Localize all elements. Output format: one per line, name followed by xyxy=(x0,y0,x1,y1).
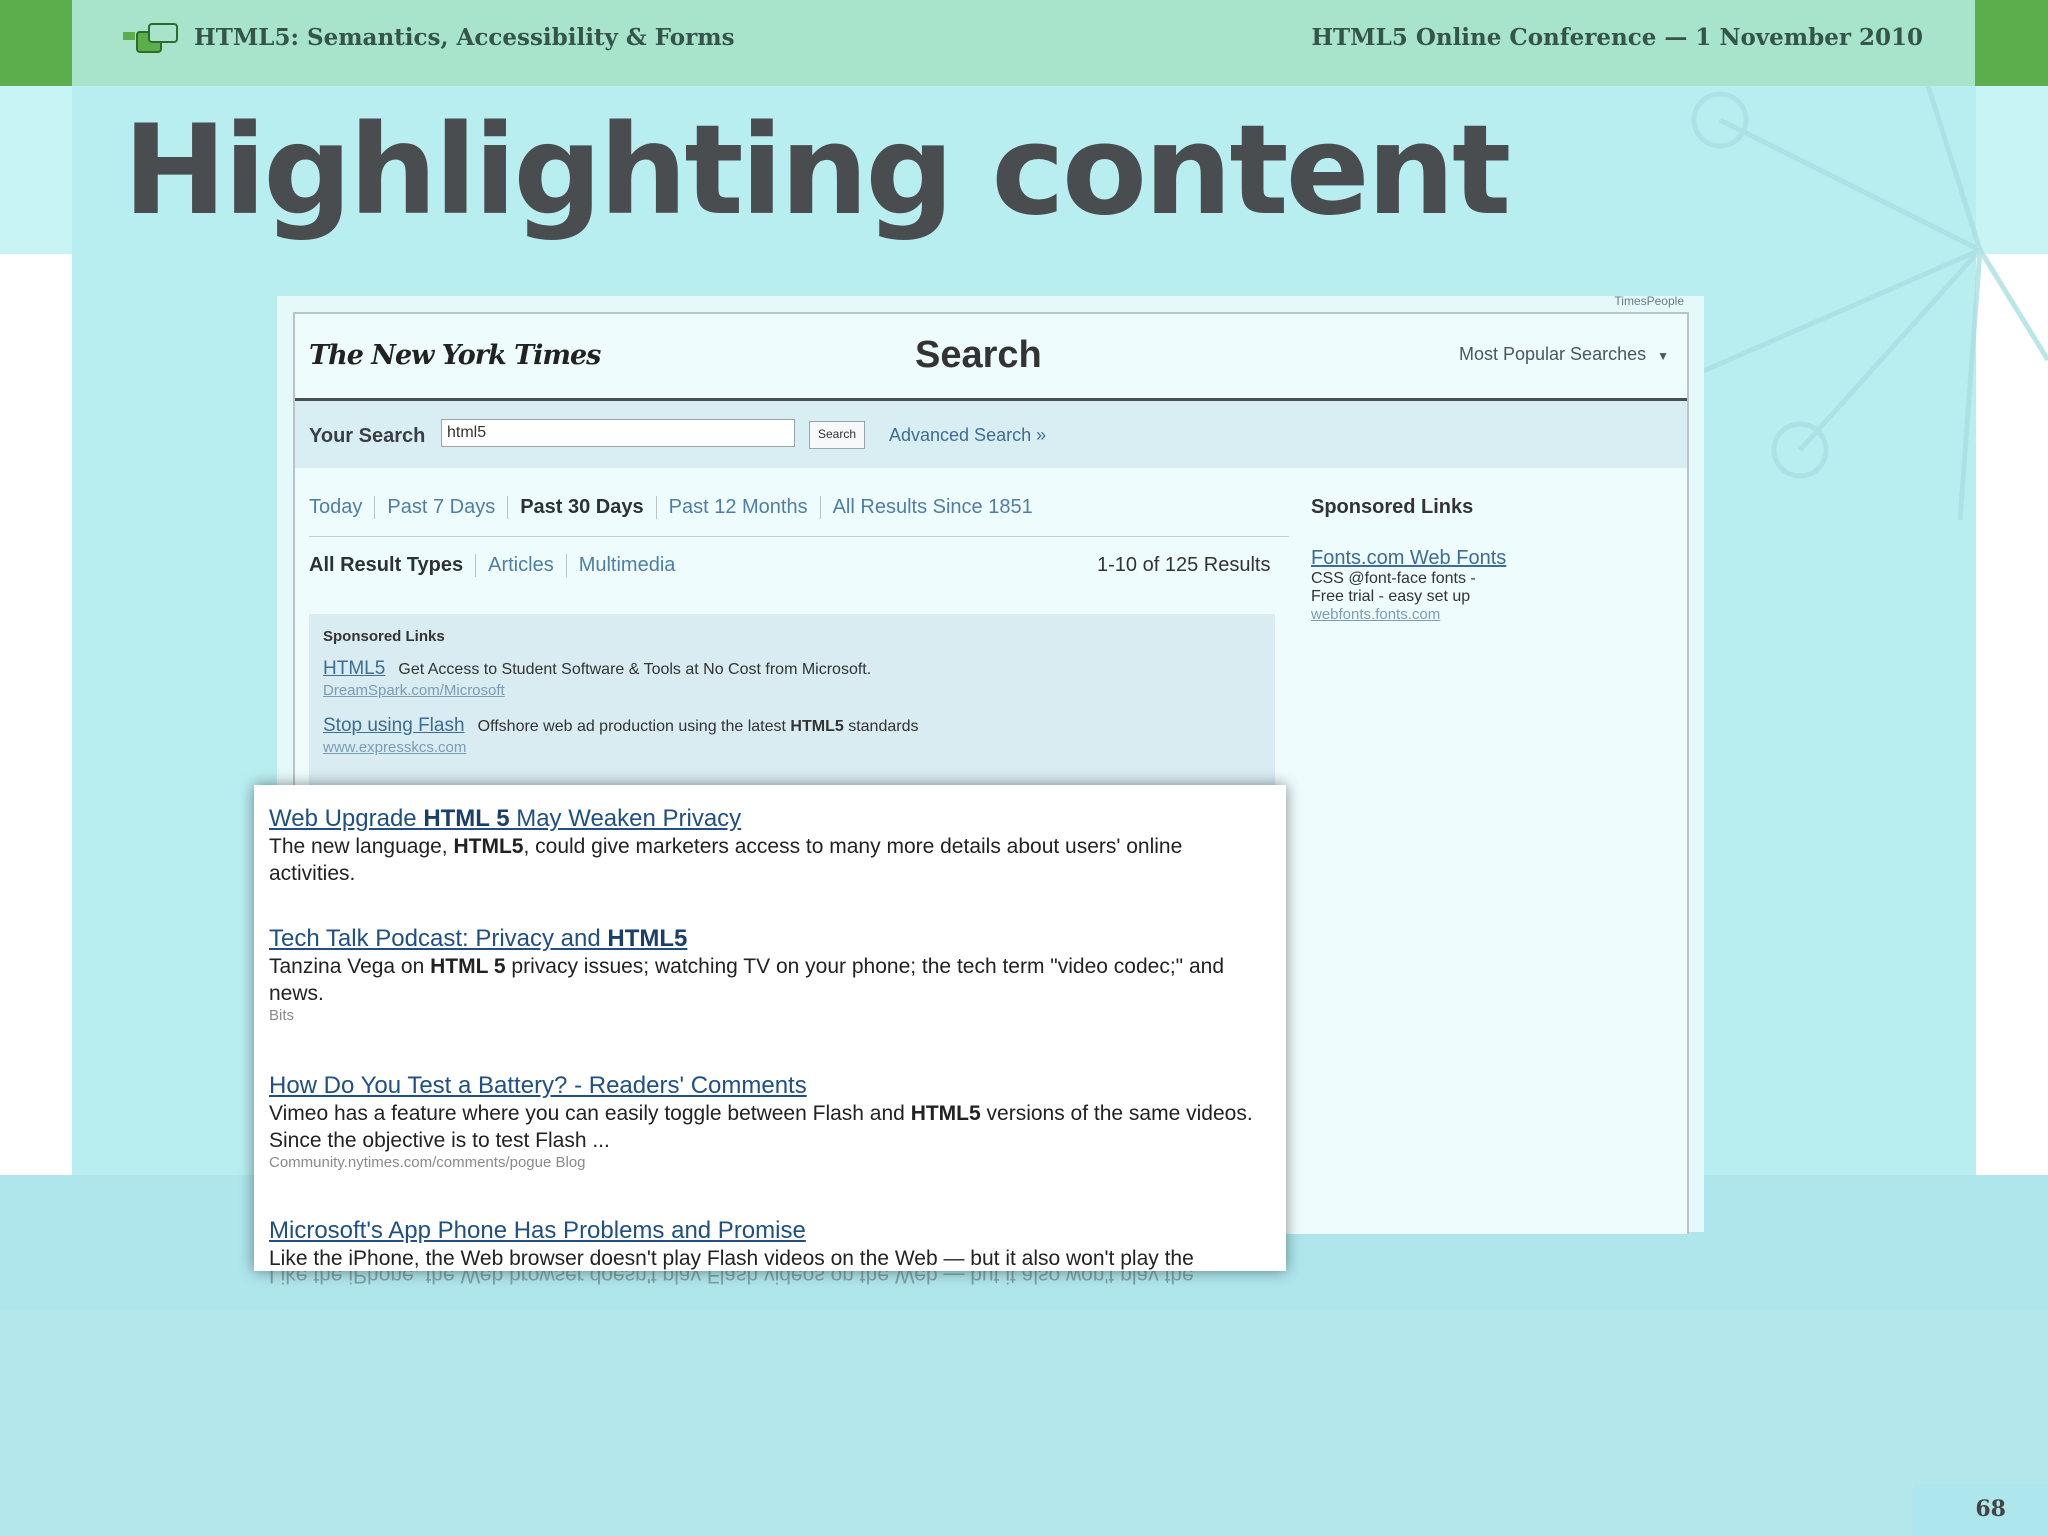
page-number: 68 xyxy=(1975,1496,2006,1522)
filter-all-results[interactable]: All Results Since 1851 xyxy=(819,496,1045,519)
result-description: Vimeo has a feature where you can easily… xyxy=(269,1100,1274,1154)
filter-articles[interactable]: Articles xyxy=(475,554,566,577)
sponsored-item: HTML5 Get Access to Student Software & T… xyxy=(323,658,871,680)
result-title-highlight: HTML 5 xyxy=(423,805,510,832)
search-result: How Do You Test a Battery? - Readers' Co… xyxy=(269,1072,1274,1171)
time-range-filters: Today Past 7 Days Past 30 Days Past 12 Mont… xyxy=(309,496,1045,519)
result-source: Bits xyxy=(269,1007,295,1024)
reflection-text: Like the iPhone, the Web browser doesn't… xyxy=(269,1271,1194,1287)
search-result: Microsoft's App Phone Has Problems and P… xyxy=(269,1217,1274,1271)
sidebar-sponsored: Sponsored Links Fonts.com Web Fonts CSS … xyxy=(1311,496,1671,623)
sidebar-title: Sponsored Links xyxy=(1311,496,1474,518)
sponsored-item: Stop using Flash Offshore web ad product… xyxy=(323,715,918,737)
filter-multimedia[interactable]: Multimedia xyxy=(565,554,688,577)
sponsored-desc-text: Offshore web ad production using the lat… xyxy=(477,718,791,735)
highlighted-results-overlay: Web Upgrade HTML 5 May Weaken Privacy Th… xyxy=(254,785,1286,1271)
sponsored-links-box: Sponsored Links HTML5 Get Access to Stud… xyxy=(309,614,1275,804)
result-description: The new language, HTML5, could give mark… xyxy=(269,833,1274,887)
result-title-text: Microsoft's App Phone Has Problems and P… xyxy=(269,1217,806,1244)
filter-past-30-days[interactable]: Past 30 Days xyxy=(507,496,655,519)
result-desc-highlight: HTML5 xyxy=(910,1102,981,1125)
result-desc-text: Vimeo has a feature where you can easily… xyxy=(269,1102,911,1125)
nyt-logo[interactable]: The New York Times xyxy=(309,340,601,371)
search-bar: Your Search html5 Search Advanced Search… xyxy=(295,401,1687,468)
header-accent-right xyxy=(1975,0,2048,86)
sponsored-desc: Get Access to Student Software & Tools a… xyxy=(398,661,872,678)
result-desc-text: The new language, xyxy=(269,835,454,858)
most-popular-label: Most Popular Searches xyxy=(1459,344,1647,364)
result-title-text: May Weaken Privacy xyxy=(509,805,742,832)
network-decoration xyxy=(1660,60,2048,520)
result-title-link[interactable]: Tech Talk Podcast: Privacy and HTML5 xyxy=(269,925,1274,953)
your-search-label: Your Search xyxy=(309,425,426,447)
search-button[interactable]: Search xyxy=(809,421,865,449)
result-title-link[interactable]: Web Upgrade HTML 5 May Weaken Privacy xyxy=(269,805,1274,833)
advanced-search-link[interactable]: Advanced Search » xyxy=(889,425,1046,446)
result-count: 1-10 of 125 Results xyxy=(1097,554,1271,576)
result-desc-text: Like the iPhone, the Web browser doesn't… xyxy=(269,1247,1194,1270)
search-result: Web Upgrade HTML 5 May Weaken Privacy Th… xyxy=(269,805,1274,887)
result-title-link[interactable]: Microsoft's App Phone Has Problems and P… xyxy=(269,1217,1274,1245)
chat-bubbles-logo-icon xyxy=(123,23,178,53)
sponsored-link[interactable]: HTML5 xyxy=(323,658,385,679)
filter-today[interactable]: Today xyxy=(309,496,374,519)
filter-past-12-months[interactable]: Past 12 Months xyxy=(655,496,820,519)
filter-all-result-types[interactable]: All Result Types xyxy=(309,554,475,577)
result-title-highlight: HTML5 xyxy=(607,925,688,952)
filter-divider xyxy=(309,536,1289,537)
result-title-text: Web Upgrade xyxy=(269,805,424,832)
sidebar-ad-link[interactable]: Fonts.com Web Fonts xyxy=(1311,547,1671,570)
filter-past-7-days[interactable]: Past 7 Days xyxy=(374,496,507,519)
sponsored-links-title: Sponsored Links xyxy=(323,628,445,645)
search-heading: Search xyxy=(915,334,1042,376)
result-type-filters: All Result Types Articles Multimedia xyxy=(309,554,687,577)
search-result: Tech Talk Podcast: Privacy and HTML5 Tan… xyxy=(269,925,1274,1024)
background-floor-lower xyxy=(0,1310,2048,1536)
sponsored-desc: Offshore web ad production using the lat… xyxy=(478,718,919,735)
slide-header-bar: HTML5: Semantics, Accessibility & Forms … xyxy=(0,0,2048,86)
deck-title: HTML5: Semantics, Accessibility & Forms xyxy=(194,24,735,51)
result-desc-highlight: HTML5 xyxy=(453,835,524,858)
sponsored-url[interactable]: www.expresskcs.com xyxy=(323,739,466,756)
result-desc-text: Tanzina Vega on xyxy=(269,955,431,978)
result-title-text: Tech Talk Podcast: Privacy and xyxy=(269,925,608,952)
timespeople-link[interactable]: TimesPeople xyxy=(1614,294,1684,308)
result-title-text: How Do You Test a Battery? - Readers' Co… xyxy=(269,1072,807,1099)
overlay-reflection: Like the iPhone, the Web browser doesn't… xyxy=(254,1271,1286,1289)
search-input[interactable]: html5 xyxy=(441,419,795,447)
sidebar-ad-line: Free trial - easy set up xyxy=(1311,588,1471,605)
sidebar-ad-line: CSS @font-face fonts - xyxy=(1311,570,1476,587)
sponsored-desc-highlight: HTML5 xyxy=(790,718,844,735)
result-description: Tanzina Vega on HTML 5 privacy issues; w… xyxy=(269,953,1274,1007)
most-popular-searches-dropdown[interactable]: Most Popular Searches ▼ xyxy=(1459,344,1669,365)
result-title-link[interactable]: How Do You Test a Battery? - Readers' Co… xyxy=(269,1072,1274,1100)
sidebar-ad-url[interactable]: webfonts.fonts.com xyxy=(1311,606,1671,623)
conference-name: HTML5 Online Conference — 1 November 201… xyxy=(1311,24,1923,51)
sponsored-desc-text: standards xyxy=(843,718,919,735)
sponsored-url[interactable]: DreamSpark.com/Microsoft xyxy=(323,682,505,699)
sponsored-link[interactable]: Stop using Flash xyxy=(323,715,465,736)
slide-title: Highlighting content xyxy=(123,99,1511,243)
result-desc-highlight: HTML 5 xyxy=(430,955,506,978)
nyt-masthead: The New York Times Search Most Popular S… xyxy=(295,314,1687,401)
page-number-box: 68 xyxy=(1914,1484,2048,1536)
header-accent-left xyxy=(0,0,72,86)
caret-down-icon: ▼ xyxy=(1657,349,1669,363)
result-source: Community.nytimes.com/comments/pogue Blo… xyxy=(269,1154,586,1171)
result-description: Like the iPhone, the Web browser doesn't… xyxy=(269,1245,1274,1271)
